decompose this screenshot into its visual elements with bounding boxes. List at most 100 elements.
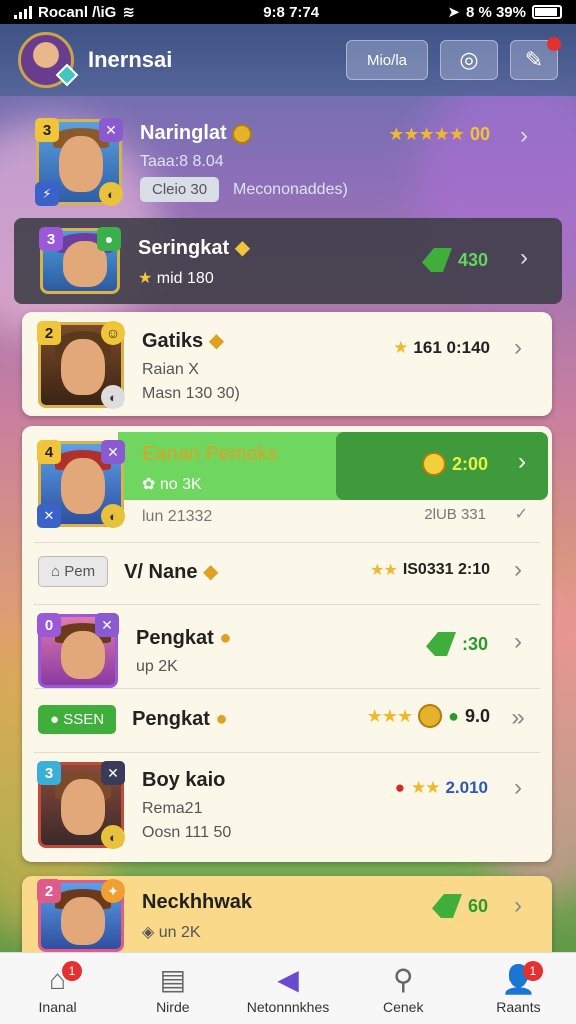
notification-dot <box>547 37 561 51</box>
cross-icon: ✕ <box>37 504 61 528</box>
list-item[interactable]: 3 ● Seringkat ◆ ★ mid 180 430 › <box>14 218 562 304</box>
tab-badge: 1 <box>62 961 82 981</box>
tab-search[interactable]: ⚲ Cenek <box>346 953 461 1024</box>
profile-avatar[interactable] <box>18 32 79 88</box>
level-badge: 0 <box>37 613 61 637</box>
tab-home[interactable]: ⌂ 1 Inanal <box>0 953 115 1024</box>
gem-icon <box>55 63 79 87</box>
location-icon: ➤ <box>447 4 460 21</box>
smile-icon: ☺ <box>101 321 125 345</box>
hero-card: 2 ✦ <box>37 879 125 952</box>
clipboard-icon: ▤ <box>159 963 187 995</box>
tag-badge: ● SSEN <box>38 704 117 734</box>
hero-card: 3 ● <box>39 227 121 294</box>
star-rating-icon: ★★★★★ <box>388 124 465 144</box>
chat-icon: ◎ <box>459 47 479 72</box>
list-item[interactable]: 2 ✦ Neckhhwak ◈ un 2K 60 › <box>37 879 542 952</box>
chevron-right-icon[interactable]: › <box>514 244 534 272</box>
list-item[interactable]: ⌂ Pem V/ Nane ◆ ★★ IS0331 2:10 › <box>38 546 542 596</box>
bottom-tab-bar: ⌂ 1 Inanal ▤ Nirde ◀ Netonnnkhes ⚲ Cenek… <box>0 952 576 1024</box>
player-stat: Raian X <box>142 360 199 378</box>
tab-badge: 1 <box>522 961 543 981</box>
player-stat: ◈ un 2K <box>142 923 201 941</box>
player-score: 2:00 <box>421 452 488 476</box>
sword-icon: ✕ <box>95 613 119 637</box>
player-stat: Rema21 <box>142 799 203 817</box>
player-name: V/ Nane ◆ <box>124 560 219 583</box>
level-badge: 3 <box>39 227 63 251</box>
smile-icon <box>418 704 443 728</box>
chevron-right-icon[interactable]: › <box>508 774 528 802</box>
list-item[interactable]: 2 ☺ ◐ Gatiks ◆ Raian X Masn 130 30) ★ 161… <box>37 318 542 412</box>
sword-icon: ✕ <box>101 440 125 464</box>
gem-icon <box>421 248 452 272</box>
shield-icon: ◐ <box>101 825 125 849</box>
search-icon: ⚲ <box>392 963 414 995</box>
chevron-right-icon[interactable]: » <box>508 704 528 732</box>
list-item[interactable]: 4 ✕ ✕ ◐ Eanan Pemoks ✿ no 3K lun 21332 2… <box>37 432 548 536</box>
player-score: :30 <box>425 632 488 656</box>
carrier-label: Rocanl /\iG <box>38 3 117 21</box>
chevron-right-icon[interactable]: › <box>508 556 528 584</box>
player-score: ★★★★★ 00 <box>388 124 490 144</box>
tab-profile[interactable]: 👤 1 Raants <box>461 953 576 1024</box>
player-detail: lun 21332 <box>142 507 213 525</box>
shield-icon: ◐ <box>101 385 125 409</box>
secondary-score: 2lUB 331 <box>424 506 486 523</box>
hero-card: 3 ✕ ◐ <box>37 761 125 849</box>
shield-icon: ◐ <box>99 182 123 206</box>
chat-button[interactable]: ◎ <box>440 40 498 80</box>
gem-icon <box>425 632 456 656</box>
chevron-right-icon[interactable]: › <box>508 892 528 920</box>
status-pill[interactable]: Cleio 30 <box>140 177 220 202</box>
tab-label: Nirde <box>156 998 190 1015</box>
list-item[interactable]: 3 ✕ ⚡ ◐ Naringlat Taaa:8 8.04 Cleio 30 M… <box>35 112 542 212</box>
player-score: 430 <box>421 248 488 272</box>
player-list: 3 ✕ ⚡ ◐ Naringlat Taaa:8 8.04 Cleio 30 M… <box>0 96 576 952</box>
edit-button[interactable]: ✎ <box>510 37 561 80</box>
hero-card: 2 ☺ ◐ <box>37 321 125 409</box>
tab-label: Raants <box>496 998 541 1015</box>
battery-percent: 8 % 39% <box>465 3 526 21</box>
signal-icon <box>14 5 32 19</box>
player-detail: Oosn 111 50 <box>142 823 232 841</box>
tab-label: Cenek <box>382 998 424 1015</box>
tab-network[interactable]: ◀ Netonnnkhes <box>230 953 345 1024</box>
chevron-right-icon[interactable]: › <box>508 628 528 656</box>
player-stat: ✿ no 3K <box>142 475 202 493</box>
gem-icon <box>431 894 462 918</box>
send-icon: ◀ <box>277 963 299 995</box>
list-item[interactable]: 0 ✕ Pengkat ● up 2K :30 › <box>37 610 542 692</box>
sword-icon: ✕ <box>101 761 125 785</box>
hero-card: 4 ✕ ✕ ◐ <box>37 440 125 528</box>
list-item[interactable]: ● SSEN Pengkat ● ★★★ ● 9.0 » <box>38 694 542 744</box>
player-score: ● ★★ 2.010 <box>394 778 488 797</box>
shield-icon: ◐ <box>101 504 125 528</box>
player-detail: Mecononaddes) <box>233 180 348 198</box>
player-score: ★★ IS0331 2:10 <box>370 561 490 579</box>
battery-icon <box>532 5 562 19</box>
list-item[interactable]: 3 ✕ ◐ Boy kaio Rema21 Oosn 111 50 ● ★★ 2.0… <box>37 758 542 852</box>
tab-notes[interactable]: ▤ Nirde <box>115 953 230 1024</box>
player-stat: Taaa:8 8.04 <box>140 153 224 170</box>
player-score: ★★★ ● 9.0 <box>367 704 490 728</box>
level-badge: 2 <box>37 879 61 903</box>
header-text-button[interactable]: Mio/la <box>346 40 428 80</box>
tag-badge: ⌂ Pem <box>38 555 109 587</box>
level-badge: 2 <box>37 321 61 345</box>
bolt-icon: ⚡ <box>35 182 59 206</box>
player-stat: ★ mid 180 <box>138 269 214 287</box>
page-title: Inernsai <box>88 47 173 72</box>
player-score: 60 <box>431 894 488 918</box>
tab-label: Inanal <box>38 998 77 1015</box>
smile-icon <box>421 452 446 476</box>
chevron-right-icon[interactable]: › <box>508 334 528 362</box>
gem-icon: ● <box>97 227 121 251</box>
player-stat: up 2K <box>136 657 178 675</box>
chevron-right-icon[interactable]: › <box>512 448 532 476</box>
status-bar: Rocanl /\iG ≋ 9:8 7:74 ➤ 8 % 39% <box>0 0 576 24</box>
check-icon: ✓ <box>514 506 528 523</box>
tab-label: Netonnnkhes <box>246 998 330 1015</box>
chevron-right-icon[interactable]: › <box>514 122 534 150</box>
player-detail: Masn 130 30) <box>142 384 240 402</box>
